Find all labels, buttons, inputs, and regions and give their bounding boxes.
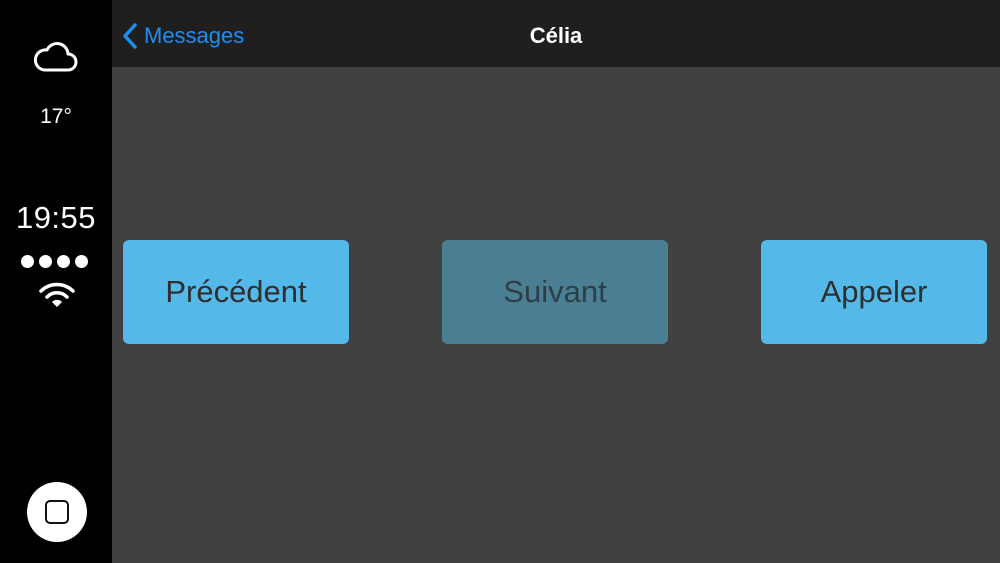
wifi-icon <box>38 280 76 310</box>
signal-dot <box>57 255 70 268</box>
signal-dot <box>75 255 88 268</box>
home-button[interactable] <box>27 482 87 542</box>
signal-dot <box>21 255 34 268</box>
cellular-signal-icon <box>21 255 88 268</box>
navigation-bar: Messages Célia <box>112 0 1000 67</box>
signal-dot <box>39 255 52 268</box>
home-square-icon <box>45 500 69 524</box>
status-rail: 17° 19:55 <box>0 0 112 563</box>
carplay-screen: 17° 19:55 Messages Célia Précédent Suiva… <box>0 0 1000 563</box>
temperature-label: 17° <box>40 105 72 128</box>
next-button[interactable]: Suivant <box>442 240 668 344</box>
clock-label: 19:55 <box>15 200 97 235</box>
cloud-icon <box>33 40 79 74</box>
main-content: Messages Célia Précédent Suivant Appeler <box>112 0 1000 563</box>
page-title: Célia <box>529 23 583 48</box>
call-button[interactable]: Appeler <box>761 240 987 344</box>
previous-button[interactable]: Précédent <box>123 240 349 344</box>
